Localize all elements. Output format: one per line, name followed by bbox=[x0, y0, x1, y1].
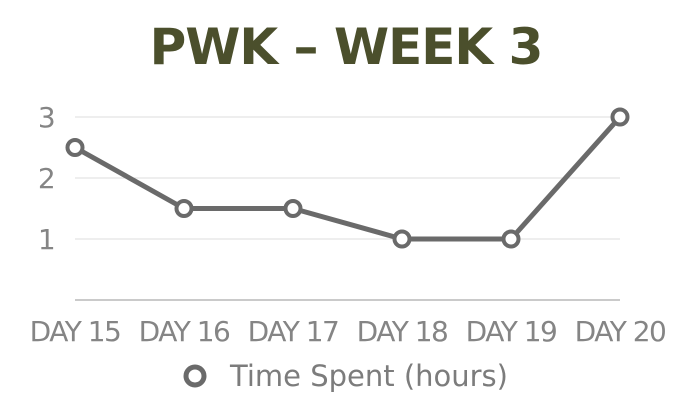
line-chart: PWK – WEEK 3 123 DAY 15 DAY 16 DAY 17 DAY 1… bbox=[30, 18, 667, 393]
data-point bbox=[283, 199, 303, 218]
x-tick-label: DAY 17 bbox=[248, 315, 339, 348]
y-tick-label: 3 bbox=[38, 101, 54, 134]
legend-marker-icon bbox=[183, 364, 207, 388]
legend[interactable]: Time Spent (hours) bbox=[183, 359, 508, 393]
y-tick-label: 2 bbox=[38, 162, 54, 195]
data-point bbox=[65, 138, 85, 157]
data-point bbox=[174, 199, 194, 218]
x-tick-label: DAY 18 bbox=[357, 315, 448, 348]
y-tick-label: 1 bbox=[38, 223, 54, 256]
chart: PWK – WEEK 3 123 DAY 15 DAY 16 DAY 17 DAY 1… bbox=[0, 0, 693, 414]
data-point bbox=[501, 229, 521, 249]
legend-label: Time Spent (hours) bbox=[229, 359, 508, 393]
x-tick-label: DAY 19 bbox=[466, 315, 557, 348]
x-tick-label: DAY 20 bbox=[575, 315, 666, 348]
data-point bbox=[392, 229, 412, 249]
data-point bbox=[610, 107, 630, 127]
chart-title: PWK – WEEK 3 bbox=[150, 18, 543, 76]
x-tick-label: DAY 15 bbox=[30, 315, 121, 348]
y-axis-ticks: 1 2 3 bbox=[38, 101, 56, 256]
x-axis-ticks: DAY 15 DAY 16 DAY 17 DAY 18 DAY 19 DAY 20 bbox=[30, 315, 667, 348]
x-tick-label: DAY 16 bbox=[139, 315, 230, 348]
